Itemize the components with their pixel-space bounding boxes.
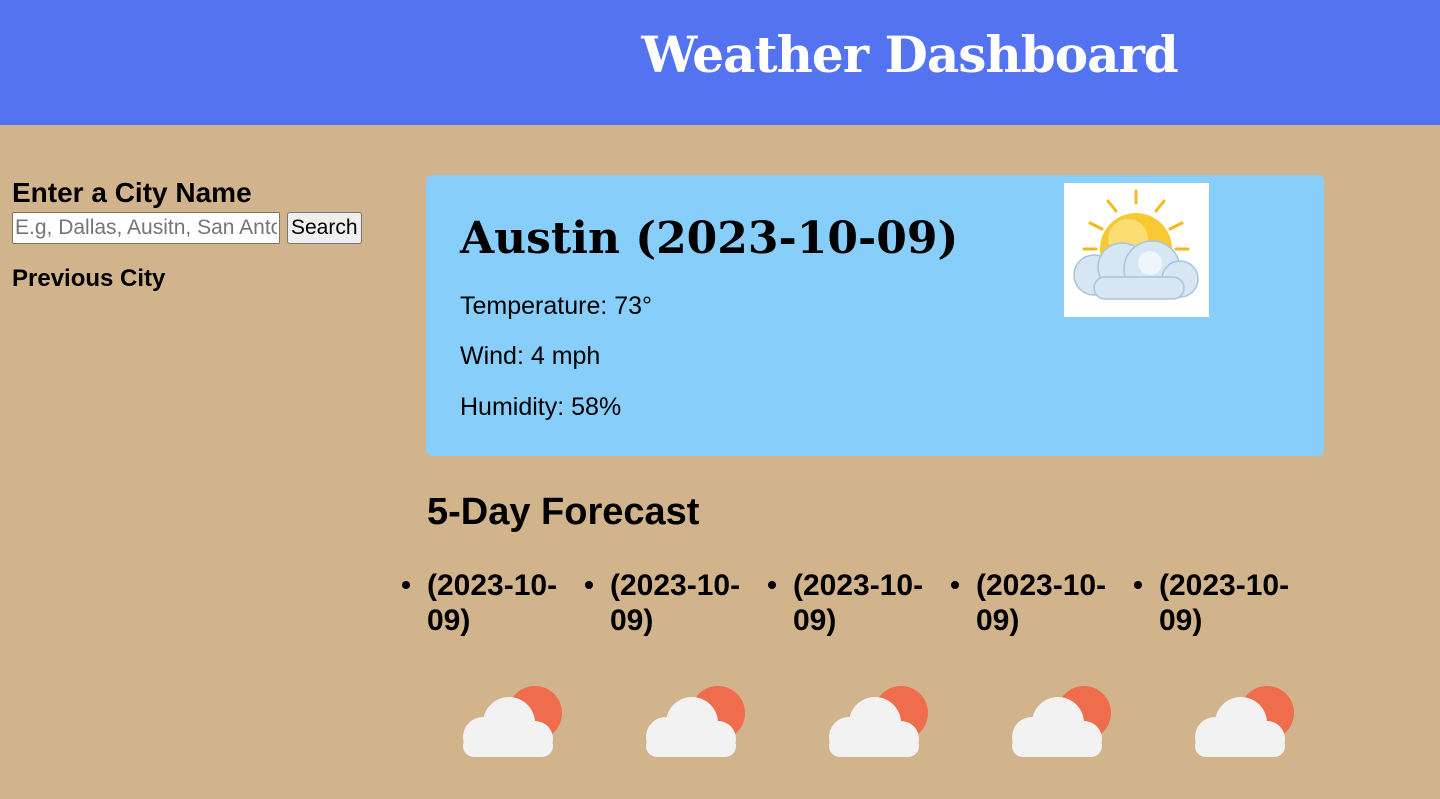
search-button[interactable]: Search <box>287 212 362 244</box>
list-bullet <box>585 581 593 589</box>
partly-cloudy-icon <box>1064 183 1209 317</box>
cloud-sun-icon <box>463 686 562 757</box>
forecast-date: (2023-10-09) <box>610 569 741 637</box>
current-weather-card: Austin (2023-10-09) Temperature: 73° Win… <box>426 175 1324 456</box>
cloud-sun-icon <box>1012 686 1111 757</box>
list-bullet <box>951 581 959 589</box>
forecast-date: (2023-10-09) <box>793 569 924 637</box>
list-bullet <box>1134 581 1142 589</box>
cloud-sun-icon <box>829 686 928 757</box>
current-humidity: Humidity: 58% <box>460 393 622 421</box>
previous-city-heading: Previous City <box>12 265 166 292</box>
current-city-title: Austin (2023-10-09) <box>460 213 959 264</box>
cloud-sun-icon <box>1195 686 1294 757</box>
list-bullet <box>768 581 776 589</box>
search-heading: Enter a City Name <box>12 177 252 208</box>
page-header: Weather Dashboard <box>0 0 1440 125</box>
city-search-input[interactable] <box>12 212 280 244</box>
search-row: Search <box>12 212 392 244</box>
forecast-title: 5-Day Forecast <box>427 491 700 533</box>
page-title: Weather Dashboard <box>641 25 1179 84</box>
forecast-date: (2023-10-09) <box>1159 569 1290 637</box>
forecast-date: (2023-10-09) <box>976 569 1107 637</box>
cloud-sun-icon <box>646 686 745 757</box>
search-panel: Enter a City Name Search Previous City <box>12 176 392 294</box>
current-temperature: Temperature: 73° <box>460 292 653 320</box>
forecast-date: (2023-10-09) <box>427 569 558 637</box>
current-wind: Wind: 4 mph <box>460 342 601 370</box>
list-bullet <box>402 581 410 589</box>
